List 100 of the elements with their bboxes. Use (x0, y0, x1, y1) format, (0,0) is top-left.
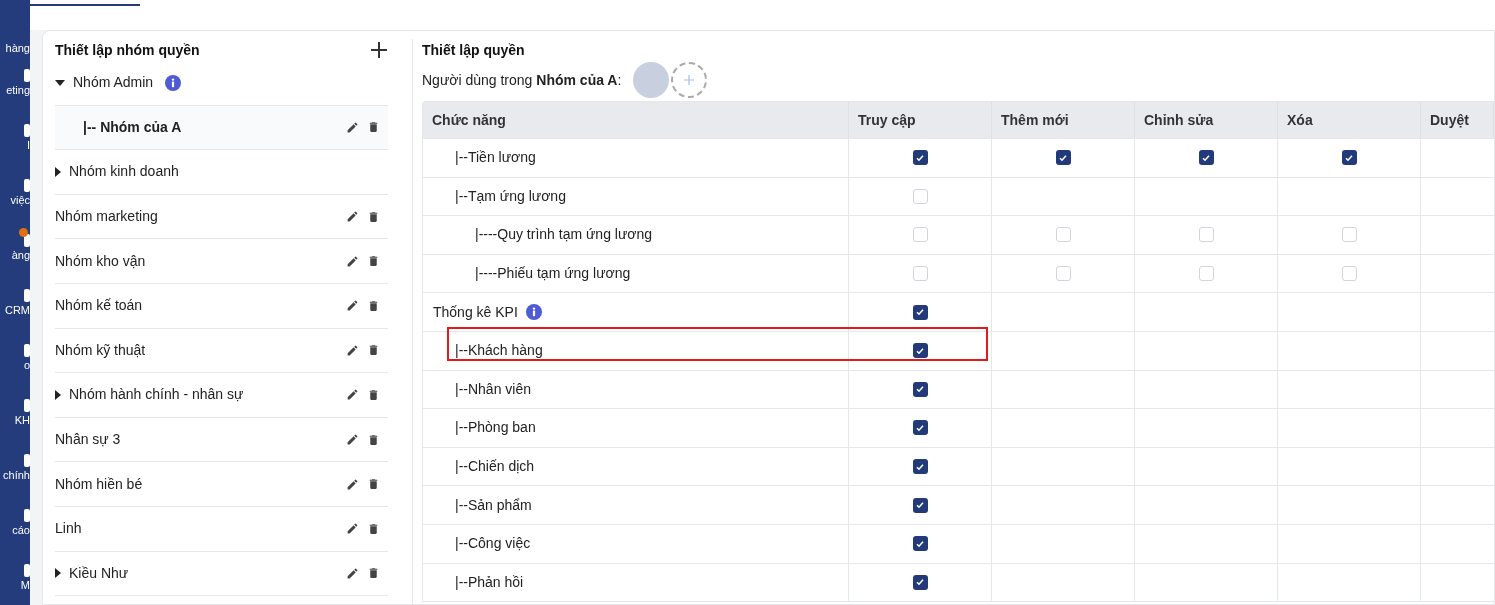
function-name: |--Công việc (455, 534, 531, 554)
sidebar-label: cáo (12, 523, 30, 537)
trash-icon[interactable] (367, 477, 380, 492)
check-icon (915, 538, 925, 549)
pencil-icon[interactable] (346, 522, 359, 536)
checkbox[interactable] (1341, 150, 1357, 166)
sidebar-item[interactable]: o (23, 330, 30, 385)
sidebar-item[interactable]: hàng (5, 0, 30, 55)
checkbox[interactable] (1055, 266, 1071, 282)
group-item[interactable]: Nhóm hiền bé (55, 462, 388, 507)
check-icon (915, 384, 925, 395)
group-name: Nhóm marketing (55, 207, 158, 227)
panel-title: Thiết lập nhóm quyền (55, 40, 200, 60)
group-name: Nhóm kho vận (55, 251, 146, 271)
function-name: |----Quy trình tạm ứng lương (475, 225, 653, 245)
menu-icon (24, 123, 30, 137)
pencil-icon[interactable] (346, 433, 359, 447)
sidebar-item[interactable]: M (20, 550, 30, 605)
column-header: Xóa (1278, 102, 1421, 138)
users-label: Người dùng trong Nhóm của A: (422, 70, 622, 90)
menu-icon (24, 178, 30, 192)
function-name: |--Chiến dịch (455, 457, 535, 477)
checkbox[interactable] (1055, 227, 1071, 243)
checkbox[interactable] (1341, 227, 1357, 243)
menu-icon (24, 343, 30, 357)
group-name: Nhóm hiền bé (55, 474, 143, 494)
trash-icon[interactable] (367, 298, 380, 313)
group-name: Kiều Như (69, 563, 129, 583)
checkbox[interactable] (912, 574, 928, 590)
trash-icon[interactable] (367, 120, 380, 135)
caret-right-icon[interactable] (55, 167, 61, 177)
trash-icon[interactable] (367, 254, 380, 269)
function-name: |--Phản hồi (455, 572, 524, 592)
checkbox[interactable] (1198, 227, 1214, 243)
group-item[interactable]: Nhóm kỹ thuật (55, 328, 388, 374)
sidebar-label: M (20, 578, 30, 592)
group-item[interactable]: Nhóm kinh doanh (55, 150, 388, 195)
pencil-icon[interactable] (346, 343, 359, 357)
checkbox[interactable] (1198, 150, 1214, 166)
checkbox[interactable] (1198, 266, 1214, 282)
menu-icon (24, 453, 30, 467)
sidebar-label: eting (6, 83, 30, 97)
checkbox[interactable] (1055, 150, 1071, 166)
group-item[interactable]: Kiều Như (55, 551, 388, 597)
sidebar-item[interactable]: eting (6, 55, 30, 110)
pencil-icon[interactable] (346, 566, 359, 580)
pencil-icon[interactable] (346, 254, 359, 268)
sidebar-item[interactable]: CRM (4, 275, 30, 330)
sidebar-item[interactable]: chính (3, 440, 30, 495)
sidebar-item[interactable]: I (24, 110, 30, 165)
sidebar-label: việc (10, 193, 30, 207)
group-item[interactable]: |-- Nhóm của A (55, 105, 388, 151)
group-item[interactable]: Nhóm kế toán (55, 283, 388, 329)
group-item[interactable]: Nhóm Admin (55, 61, 388, 106)
caret-right-icon[interactable] (55, 568, 61, 579)
checkbox[interactable] (912, 343, 928, 359)
function-name: Thống kê KPI (433, 302, 518, 322)
menu-icon (24, 563, 30, 577)
group-item[interactable]: Nhóm marketing (55, 194, 388, 240)
trash-icon[interactable] (367, 521, 380, 536)
checkbox[interactable] (912, 150, 928, 166)
caret-right-icon[interactable] (55, 389, 61, 400)
group-item[interactable]: Linh (55, 506, 388, 552)
checkbox[interactable] (912, 497, 928, 513)
add-icon[interactable] (370, 41, 388, 59)
check-icon (1344, 152, 1354, 163)
pencil-icon[interactable] (346, 477, 359, 491)
checkbox[interactable] (912, 381, 928, 397)
sidebar-item[interactable]: việc (10, 165, 30, 220)
checkbox[interactable] (912, 420, 928, 436)
group-item[interactable]: Nhóm kho vận (55, 239, 388, 284)
trash-icon[interactable] (367, 209, 380, 224)
checkbox[interactable] (1341, 266, 1357, 282)
pencil-icon[interactable] (346, 210, 359, 224)
caret-down-icon[interactable] (55, 79, 65, 86)
trash-icon[interactable] (367, 432, 380, 447)
plus-icon (683, 74, 696, 86)
info-icon (165, 74, 182, 91)
sidebar-item[interactable]: KH (14, 385, 30, 440)
sidebar-label: chính (3, 468, 30, 482)
checkbox[interactable] (912, 304, 928, 320)
pencil-icon[interactable] (346, 299, 359, 313)
checkbox[interactable] (912, 459, 928, 475)
sidebar-item[interactable]: àng (11, 220, 30, 275)
checkbox[interactable] (912, 266, 928, 282)
pencil-icon[interactable] (346, 388, 359, 402)
trash-icon[interactable] (367, 343, 380, 358)
checkbox[interactable] (912, 188, 928, 204)
trash-icon[interactable] (367, 387, 380, 402)
group-item[interactable]: Nhân sự 3 (55, 417, 388, 463)
pencil-icon[interactable] (346, 120, 359, 134)
group-name: Linh (55, 519, 82, 539)
group-name: Nhóm kinh doanh (69, 162, 179, 182)
checkbox[interactable] (912, 227, 928, 243)
group-item[interactable]: Nhóm hành chính - nhân sự (55, 373, 388, 418)
sidebar-item[interactable]: cáo (12, 495, 30, 550)
check-icon (915, 461, 925, 472)
trash-icon[interactable] (367, 566, 380, 581)
checkbox[interactable] (912, 536, 928, 552)
sidebar-label: o (23, 358, 30, 372)
